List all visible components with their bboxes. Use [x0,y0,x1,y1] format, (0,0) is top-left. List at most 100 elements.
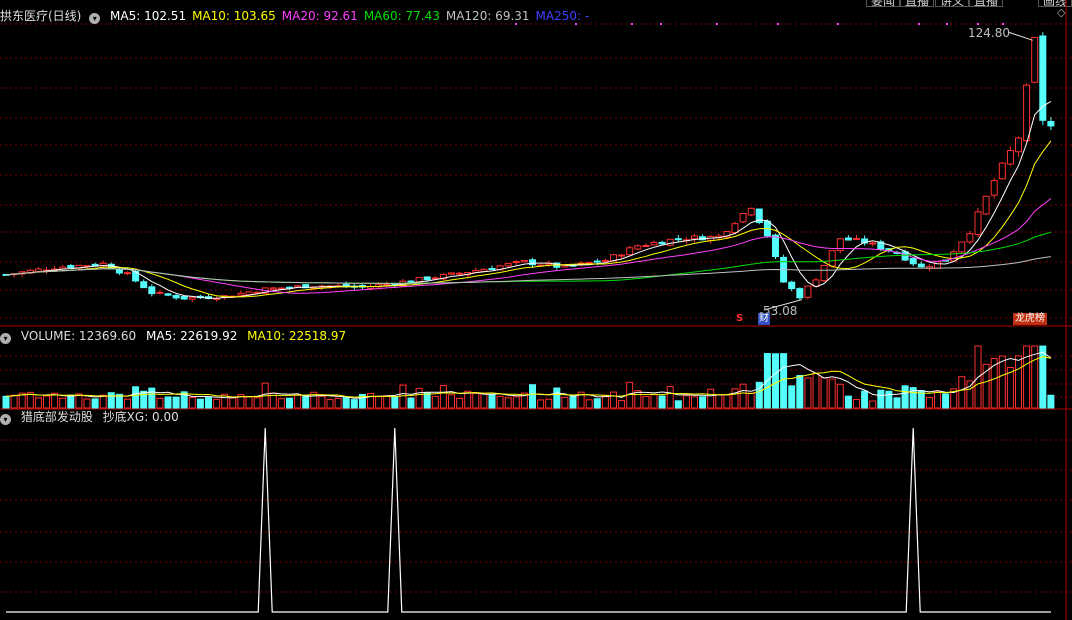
ma-indicator-ma10: MA10: 103.65 [192,9,276,23]
top-marker-2 [631,23,633,25]
volume-bar [496,395,504,409]
candle-body [982,195,990,215]
candle-body [853,238,860,241]
event-marker-cai[interactable]: 财 [758,313,770,325]
volume-bar [853,398,860,409]
candle-body [124,272,131,275]
indicator-collapse-icon[interactable]: ▾ [0,414,11,425]
volume-bar [229,397,237,409]
volume-panel-header: ▾ VOLUME: 12369.60 MA5: 22619.92 MA10: 2… [0,327,352,345]
volume-bar [537,399,545,409]
diamond-icon[interactable]: ◇ [1057,6,1065,19]
candle-body [917,263,925,268]
volume-bar [439,385,447,409]
volume-bar [1047,394,1055,409]
candle-body [869,242,877,245]
volume-bar [828,378,836,409]
candle-body [828,250,836,267]
event-marker-longhubang[interactable]: 龙虎榜 [1013,313,1047,325]
volume-bar [488,394,496,409]
candle-body [950,251,958,262]
candle-body [901,251,909,261]
volume-bar [448,394,455,409]
volume-bar [796,375,804,409]
volume-bar [731,388,739,409]
candle-body [618,254,626,257]
top-marker-4 [716,23,718,25]
volume-bar [804,377,812,409]
volume-bar [480,392,488,409]
candle-body [820,264,828,282]
volume-bar [318,395,326,409]
volume-bar [172,396,180,409]
volume-bar [788,385,796,409]
volume-bar [601,395,609,409]
candle-body [642,245,650,248]
candle-body [237,292,245,296]
volume-value: VOLUME: 12369.60 [20,329,137,343]
volume-bar [132,386,140,409]
volume-bar [383,395,391,409]
event-marker-s[interactable]: S [736,313,743,324]
candle-body [188,296,196,300]
volume-bar [772,353,779,409]
volume-bar [780,353,788,409]
candle-body [804,285,812,298]
candle-body [731,223,739,233]
volume-bar [618,400,626,409]
volume-bar [205,397,212,409]
volume-bar [415,387,423,409]
candle-body [67,265,75,269]
volume-bar [707,388,715,409]
ma60-line [5,231,1052,284]
volume-bar [512,396,520,409]
volume-ma5: MA5: 22619.92 [146,329,238,343]
ma-indicator-list: MA5: 102.51 MA10: 103.65 MA20: 92.61 MA60: … [110,9,595,23]
volume-bar [245,396,253,409]
candle-body [448,272,455,275]
volume-bar [2,395,10,409]
volume-bar [148,387,156,409]
volume-bar [399,384,407,409]
volume-bar [934,390,941,409]
ma-indicator-ma120: MA120: 69.31 [445,9,530,23]
volume-bar [286,397,293,409]
volume-bar [99,394,107,409]
volume-bar [140,390,148,409]
candle-body [658,241,666,245]
volume-collapse-icon[interactable]: ▾ [0,333,11,344]
ma-indicator-ma20: MA20: 92.61 [281,9,358,23]
candle-body [593,260,601,263]
volume-bar [666,386,674,409]
candle-body [91,263,99,267]
volume-bar [925,397,933,409]
candle-body [958,241,966,253]
candle-body [666,238,674,246]
candle-body [294,285,302,288]
volume-bar [650,394,658,409]
volume-bar [998,355,1006,409]
candle-body [245,291,253,296]
volume-bar [10,394,18,409]
candle-body [601,259,609,262]
volume-bar [885,390,893,409]
volume-bar [747,392,755,409]
candle-body [115,268,123,274]
candle-body [164,293,172,296]
collapse-icon[interactable]: ▾ [89,13,101,24]
volume-bar [691,396,698,409]
volume-bar [277,398,285,409]
price-panel-header: 拱东医疗(日线) ▾ MA5: 102.51 MA10: 103.65 MA20: … [0,7,601,25]
high-pointer [1007,31,1033,41]
volume-bar [67,394,75,409]
candle-body [650,241,658,246]
candle-body [990,180,998,196]
candle-body [431,277,439,280]
candle-body [520,260,528,263]
volume-bar [942,393,950,409]
volume-bar [43,395,50,409]
ma-indicator-ma60: MA60: 77.43 [363,9,440,23]
candle-body [909,258,917,265]
top-marker-6 [837,23,839,25]
chart-canvas [0,0,1072,620]
